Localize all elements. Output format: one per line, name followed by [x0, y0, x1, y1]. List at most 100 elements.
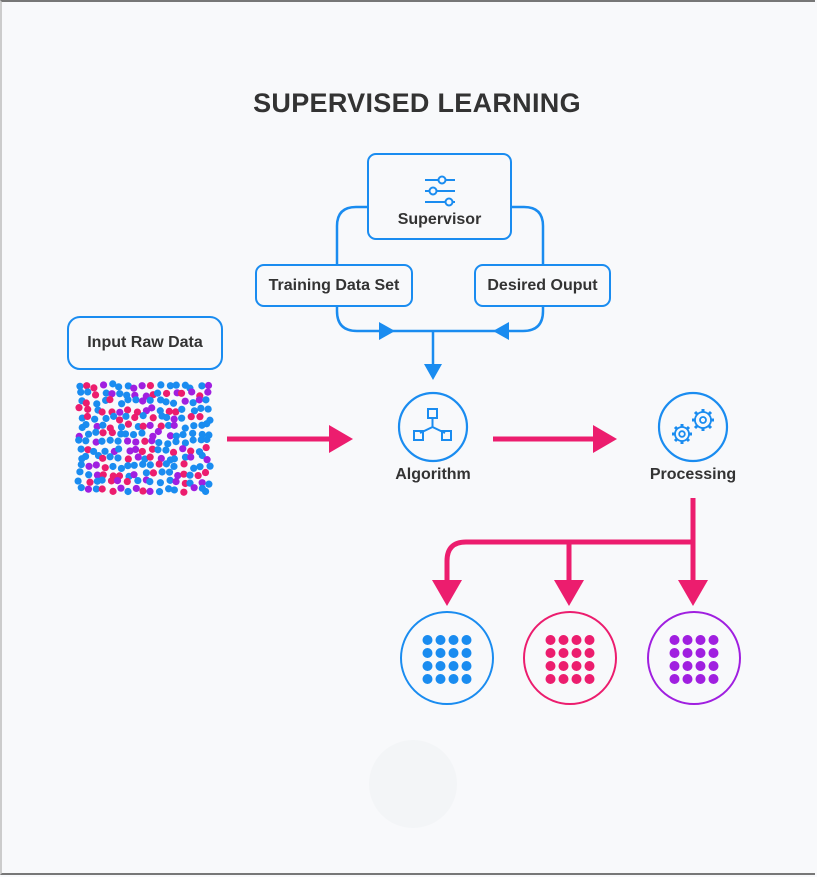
raw-data-dot — [170, 421, 178, 429]
raw-data-dot — [154, 389, 162, 397]
blue-cluster-dot — [461, 661, 472, 671]
raw-data-dot — [162, 460, 170, 468]
raw-data-dot — [188, 388, 196, 396]
desired-output-box[interactable]: Desired Ouput — [474, 264, 611, 307]
training-data-set-label: Training Data Set — [268, 276, 400, 294]
output-dot-grids — [422, 635, 719, 684]
raw-data-dot — [90, 384, 98, 392]
training-data-set-box[interactable]: Training Data Set — [255, 264, 413, 307]
blue-cluster-dot — [461, 648, 472, 658]
raw-data-dot — [181, 397, 189, 405]
supervisor-box[interactable]: Supervisor — [367, 153, 512, 240]
blue-cluster-dot — [448, 674, 459, 684]
raw-data-dot — [190, 422, 198, 430]
raw-data-dot — [202, 443, 210, 452]
raw-data-dot — [99, 421, 107, 429]
raw-data-dot — [118, 400, 126, 408]
purple-cluster-dot — [682, 635, 693, 645]
pink-cluster-dot — [571, 661, 582, 671]
raw-data-dot — [134, 453, 142, 461]
purple-cluster-dot — [708, 674, 719, 684]
raw-data-dot — [98, 408, 106, 416]
raw-data-dot — [181, 424, 189, 432]
blue-cluster-dot — [435, 648, 446, 658]
pink-cluster-dot — [584, 674, 595, 684]
raw-data-dot — [174, 471, 182, 480]
raw-data-dot — [187, 453, 195, 461]
raw-data-dot — [84, 388, 92, 396]
raw-data-dot — [138, 429, 146, 437]
algorithm-label: Algorithm — [395, 466, 471, 483]
raw-data-dot — [123, 437, 132, 445]
raw-data-dot — [108, 428, 116, 437]
raw-data-dot — [155, 488, 164, 496]
raw-data-dot — [82, 437, 90, 445]
raw-data-dot — [178, 405, 186, 413]
raw-data-dot — [146, 477, 154, 486]
raw-data-dot — [106, 453, 114, 461]
raw-data-dot — [124, 396, 132, 404]
raw-data-dot — [149, 469, 158, 477]
blue-cluster-dot — [422, 635, 433, 645]
raw-data-dot — [115, 416, 124, 424]
raw-data-dot — [169, 448, 178, 456]
raw-data-dot — [113, 477, 122, 485]
raw-data-dot — [93, 400, 101, 408]
pink-cluster-dot — [558, 674, 569, 684]
raw-data-dot — [180, 470, 188, 478]
raw-data-dot — [165, 468, 174, 476]
raw-data-dot — [117, 484, 125, 492]
raw-data-dot — [131, 445, 140, 454]
arrowhead-output-purple — [678, 580, 708, 606]
input-raw-data-box[interactable]: Input Raw Data — [67, 316, 223, 370]
raw-data-dot — [180, 460, 188, 468]
raw-data-dot — [139, 422, 147, 430]
raw-data-dot — [204, 405, 212, 413]
raw-data-dot — [139, 487, 147, 495]
arrowhead-output-pink — [554, 580, 584, 606]
raw-data-dot — [148, 437, 156, 445]
raw-data-dot — [132, 396, 140, 404]
raw-data-dot — [84, 430, 93, 438]
pink-cluster-dot — [584, 648, 595, 658]
raw-data-dot — [84, 405, 92, 413]
raw-data-dot — [122, 412, 130, 420]
raw-data-dot — [123, 406, 132, 414]
watermark-circle — [369, 740, 457, 828]
raw-data-dot — [141, 437, 149, 445]
raw-data-dot — [164, 440, 172, 448]
raw-data-dot — [155, 438, 163, 447]
raw-data-dot — [170, 455, 178, 463]
raw-data-dot — [177, 389, 186, 397]
processing-circle — [657, 391, 729, 463]
output-circle-pink — [523, 611, 617, 705]
supervisor-label: Supervisor — [397, 210, 482, 228]
raw-data-dot — [190, 484, 198, 492]
raw-data-dot — [146, 453, 154, 461]
raw-data-dot — [190, 464, 198, 472]
raw-data-dot — [106, 396, 114, 404]
purple-cluster-dot — [669, 635, 680, 645]
arrowhead-output-blue — [432, 580, 462, 606]
raw-data-dot — [202, 396, 210, 404]
raw-data-dot — [99, 429, 107, 437]
raw-data-dot — [134, 476, 142, 485]
connector-layer — [74, 205, 741, 828]
raw-data-dot — [139, 412, 147, 420]
raw-data-dot — [109, 487, 117, 495]
raw-data-dot — [82, 420, 90, 429]
raw-data-dot — [139, 460, 147, 468]
raw-data-dot — [114, 437, 122, 445]
raw-data-dot — [124, 455, 132, 463]
raw-data-dot — [83, 412, 92, 421]
raw-data-dot — [109, 462, 117, 471]
purple-cluster-dot — [669, 674, 680, 684]
purple-cluster-dot — [669, 661, 680, 671]
raw-data-dot — [196, 413, 204, 421]
raw-data-dot — [157, 381, 165, 389]
raw-data-dot — [162, 398, 170, 406]
raw-data-dot — [132, 484, 140, 493]
raw-data-dot — [198, 382, 206, 390]
raw-data-dot — [154, 427, 162, 436]
pink-cluster-dot — [571, 674, 582, 684]
